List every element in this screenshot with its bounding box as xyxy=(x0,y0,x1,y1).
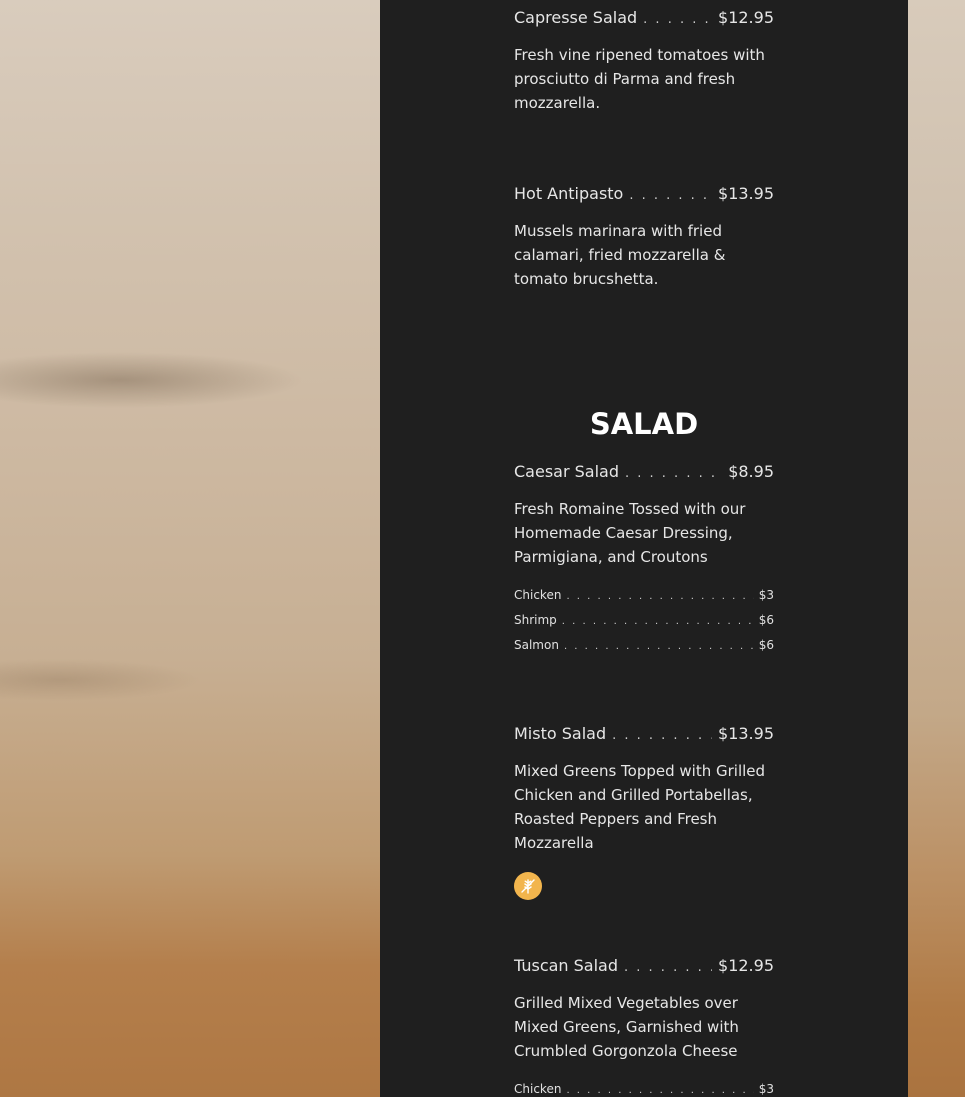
addon-name: Chicken xyxy=(514,1082,562,1096)
item-price: $12.95 xyxy=(718,8,774,27)
item-description: Mussels marinara with fried calamari, fr… xyxy=(514,222,726,288)
dot-leader: . . . . . . . . . . . . . . . . . . . . … xyxy=(566,1085,753,1096)
menu-item-header: Caesar Salad . . . . . . . . . . . . . .… xyxy=(514,461,774,485)
dot-leader: . . . . . . . . . . . . . . . . . . . . … xyxy=(612,728,712,743)
menu-item-tuscan: Tuscan Salad . . . . . . . . . . . . . .… xyxy=(514,955,774,1063)
dot-leader: . . . . . . . . . . . . . . . . . . . . … xyxy=(563,641,754,652)
menu-item-capresse: Capresse Salad . . . . . . . . . . . . .… xyxy=(514,7,774,115)
dot-leader: . . . . . . . . . . . . . . . . . . . . … xyxy=(561,616,754,627)
wheat-icon xyxy=(521,879,535,894)
dot-leader: . . . . . . . . . . . . . . . . . . . . … xyxy=(625,466,722,481)
addon-name: Salmon xyxy=(514,638,559,652)
item-description: Fresh Romaine Tossed with our Homemade C… xyxy=(514,500,746,566)
section-title: SALAD xyxy=(589,407,699,441)
addon-name: Chicken xyxy=(514,588,562,602)
item-description: Grilled Mixed Vegetables over Mixed Gree… xyxy=(514,994,739,1060)
dot-leader: . . . . . . . . . . . . . . . . . . . . … xyxy=(643,12,712,27)
addon-price: $6 xyxy=(758,638,774,652)
menu-item-antipasto: Hot Antipasto . . . . . . . . . . . . . … xyxy=(514,183,774,291)
item-name: Capresse Salad xyxy=(514,8,638,27)
menu-item-header: Capresse Salad . . . . . . . . . . . . .… xyxy=(514,7,774,31)
addon-row: Salmon . . . . . . . . . . . . . . . . .… xyxy=(514,637,774,655)
background-right xyxy=(908,0,965,1097)
addon-price: $3 xyxy=(758,588,774,602)
item-price: $13.95 xyxy=(718,724,774,743)
item-price: $12.95 xyxy=(718,956,774,975)
item-name: Misto Salad xyxy=(514,724,607,743)
addon-price: $3 xyxy=(758,1082,774,1096)
menu-item-header: Hot Antipasto . . . . . . . . . . . . . … xyxy=(514,183,774,207)
menu-item-header: Tuscan Salad . . . . . . . . . . . . . .… xyxy=(514,955,774,979)
dot-leader: . . . . . . . . . . . . . . . . . . . . … xyxy=(566,591,753,602)
menu-item-header: Misto Salad . . . . . . . . . . . . . . … xyxy=(514,723,774,747)
item-name: Tuscan Salad xyxy=(514,956,619,975)
addon-row: Shrimp . . . . . . . . . . . . . . . . .… xyxy=(514,612,774,630)
dot-leader: . . . . . . . . . . . . . . . . . . . . … xyxy=(624,960,712,975)
menu-item-caesar: Caesar Salad . . . . . . . . . . . . . .… xyxy=(514,461,774,569)
item-price: $8.95 xyxy=(728,462,774,481)
item-description: Fresh vine ripened tomatoes with prosciu… xyxy=(514,46,765,112)
addon-row: Chicken . . . . . . . . . . . . . . . . … xyxy=(514,1081,774,1097)
item-name: Caesar Salad xyxy=(514,462,619,481)
item-price: $13.95 xyxy=(718,184,774,203)
addon-name: Shrimp xyxy=(514,613,557,627)
item-name: Hot Antipasto xyxy=(514,184,624,203)
addon-row: Chicken . . . . . . . . . . . . . . . . … xyxy=(514,587,774,605)
gluten-free-icon xyxy=(514,872,542,900)
dot-leader: . . . . . . . . . . . . . . . . . . . . … xyxy=(629,188,712,203)
menu-item-misto: Misto Salad . . . . . . . . . . . . . . … xyxy=(514,723,774,855)
addon-price: $6 xyxy=(758,613,774,627)
item-description: Mixed Greens Topped with Grilled Chicken… xyxy=(514,762,766,852)
